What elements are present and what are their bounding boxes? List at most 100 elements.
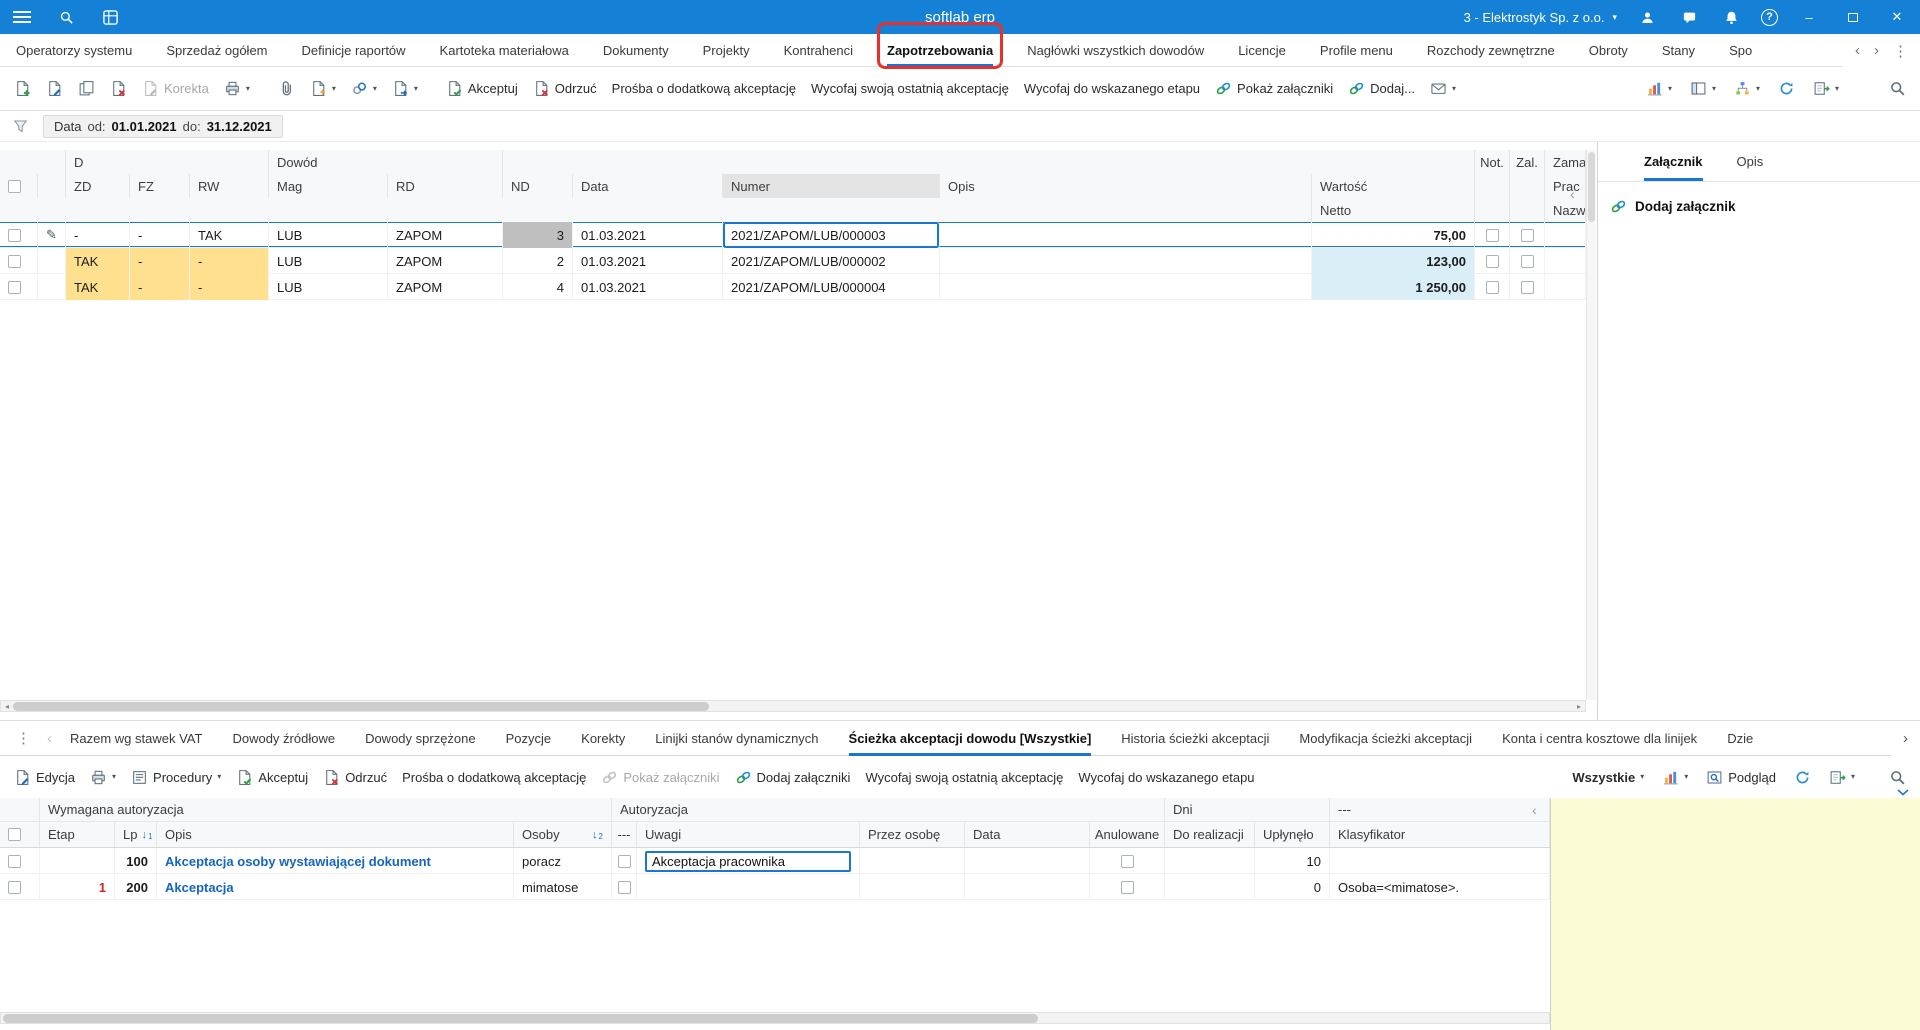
- procedures-button[interactable]: Procedury ▾: [125, 765, 227, 790]
- close-button[interactable]: ✕: [1884, 5, 1910, 29]
- cell-klasyfikator[interactable]: Osoba=<mimatose>.: [1330, 874, 1550, 900]
- cell-etap[interactable]: 1: [40, 874, 115, 900]
- columns-collapse-icon[interactable]: ‹: [1570, 186, 1575, 202]
- print-button[interactable]: ▾: [84, 765, 122, 790]
- edit-button[interactable]: Edycja: [8, 765, 81, 790]
- cell-netto[interactable]: 1 250,00: [1312, 274, 1475, 300]
- bottom-tabs-scroll-left-icon[interactable]: ‹: [47, 730, 52, 747]
- col-header-opis[interactable]: Opis: [940, 174, 1312, 198]
- tab-spo[interactable]: Spo: [1729, 34, 1752, 67]
- show-attachments-button[interactable]: Pokaż załączniki: [1209, 76, 1339, 101]
- checkbox[interactable]: [1485, 280, 1499, 294]
- cell-uplynelo[interactable]: 10: [1255, 848, 1330, 874]
- approval-horizontal-scrollbar[interactable]: [0, 1012, 1550, 1024]
- chat-icon[interactable]: [1677, 5, 1701, 29]
- col-header-nazw[interactable]: Nazw: [1545, 198, 1586, 222]
- col-header-rd[interactable]: RD: [388, 174, 503, 198]
- cell-data[interactable]: [965, 848, 1090, 874]
- checkbox-cell[interactable]: [0, 274, 38, 300]
- bottom-tabs-menu-icon[interactable]: ⋮: [16, 729, 31, 747]
- col-header-osoby[interactable]: Osoby ↓ 2: [514, 822, 612, 847]
- checkbox-cell[interactable]: [1475, 222, 1510, 248]
- search-button[interactable]: [1883, 76, 1912, 101]
- withdraw-last-acceptance-button[interactable]: Wycofaj swoją ostatnią akceptację: [805, 77, 1015, 100]
- cell-rw[interactable]: -: [190, 248, 269, 274]
- col-header-nd[interactable]: ND: [503, 174, 573, 198]
- cell-do-realizacji[interactable]: [1165, 848, 1255, 874]
- cell-zd[interactable]: TAK: [66, 248, 130, 274]
- cell-fz[interactable]: -: [130, 222, 190, 248]
- col-header-mag[interactable]: Mag: [269, 174, 388, 198]
- cell-uplynelo[interactable]: 0: [1255, 874, 1330, 900]
- cell-rw[interactable]: -: [190, 274, 269, 300]
- accept-button[interactable]: Akceptuj: [440, 76, 524, 101]
- tab-załącznik[interactable]: Załącznik: [1644, 142, 1703, 181]
- app-grid-icon[interactable]: [98, 5, 122, 29]
- checkbox-cell[interactable]: [1090, 848, 1165, 874]
- col-header-rw[interactable]: RW: [190, 174, 269, 198]
- checkbox[interactable]: [617, 880, 631, 894]
- cell-opis[interactable]: Akceptacja: [157, 874, 514, 900]
- cell-numer[interactable]: 2021/ZAPOM/LUB/000003: [723, 222, 940, 248]
- table-row[interactable]: TAK - - LUB ZAPOM 4 01.03.2021 2021/ZAPOM/LUB/0…: [0, 274, 1586, 300]
- tab-linijki-stanów-dynamicznych[interactable]: Linijki stanów dynamicznych: [655, 721, 818, 756]
- tab-licencje[interactable]: Licencje: [1238, 34, 1286, 67]
- cell-rd[interactable]: ZAPOM: [388, 248, 503, 274]
- col-header-zd[interactable]: ZD: [66, 174, 130, 198]
- cell-lp[interactable]: 200: [115, 874, 157, 900]
- forward-document-button[interactable]: ▾: [386, 76, 424, 101]
- checkbox-cell[interactable]: [1475, 248, 1510, 274]
- checkbox[interactable]: [1520, 228, 1534, 242]
- cell-osoby[interactable]: poracz: [514, 848, 612, 874]
- hamburger-menu-icon[interactable]: [10, 5, 34, 29]
- scroll-right-icon[interactable]: ▸: [1573, 701, 1585, 711]
- col-header-opis[interactable]: Opis: [157, 822, 514, 847]
- cell-lp[interactable]: 100: [115, 848, 157, 874]
- cell-data[interactable]: [965, 874, 1090, 900]
- main-vertical-scrollbar[interactable]: [1586, 150, 1596, 700]
- cell-do-realizacji[interactable]: [1165, 874, 1255, 900]
- checkbox-cell[interactable]: [0, 848, 40, 874]
- mail-button[interactable]: ▾: [1424, 76, 1462, 101]
- menu-overflow-icon[interactable]: ⋮: [1893, 42, 1908, 60]
- tab-dowody-sprzężone[interactable]: Dowody sprzężone: [365, 721, 476, 756]
- col-header-uplynelo[interactable]: Upłynęło: [1255, 822, 1330, 847]
- document-actions-button[interactable]: ▾: [304, 76, 342, 101]
- select-all-checkbox[interactable]: [8, 828, 21, 841]
- col-header-dash[interactable]: ---: [612, 822, 637, 847]
- refresh-button[interactable]: [1788, 765, 1817, 790]
- cell-data[interactable]: 01.03.2021: [573, 248, 723, 274]
- checkbox-cell[interactable]: [1510, 222, 1545, 248]
- tab-zapotrzebowania[interactable]: Zapotrzebowania: [887, 34, 993, 67]
- cell-osoby[interactable]: mimatose: [514, 874, 612, 900]
- col-header-uwagi[interactable]: Uwagi: [637, 822, 860, 847]
- add-attachment-link[interactable]: Dodaj załącznik: [1610, 198, 1920, 215]
- tab-ścieżka-akceptacji-dowodu-wszystkie-[interactable]: Ścieżka akceptacji dowodu [Wszystkie]: [849, 721, 1092, 756]
- scrollbar-thumb[interactable]: [13, 702, 709, 711]
- checkbox[interactable]: [8, 854, 21, 868]
- checkbox[interactable]: [8, 254, 21, 268]
- cell-data[interactable]: 01.03.2021: [573, 222, 723, 248]
- tab-korekty[interactable]: Korekty: [581, 721, 625, 756]
- checkbox-cell[interactable]: [0, 874, 40, 900]
- chart-button[interactable]: ▾: [1640, 76, 1678, 101]
- cell-netto[interactable]: 75,00: [1312, 222, 1475, 248]
- cell-opis[interactable]: [940, 248, 1312, 274]
- cell-nd[interactable]: 2: [503, 248, 573, 274]
- withdraw-to-stage-button[interactable]: Wycofaj do wskazanego etapu: [1072, 766, 1260, 789]
- cell-nd[interactable]: 3: [503, 222, 573, 248]
- export-button[interactable]: ▾: [1807, 76, 1845, 101]
- checkbox[interactable]: [1485, 228, 1499, 242]
- filter-all-dropdown[interactable]: Wszystkie ▾: [1566, 766, 1650, 789]
- cell-mag[interactable]: LUB: [269, 248, 388, 274]
- cell-rd[interactable]: ZAPOM: [388, 274, 503, 300]
- notifications-bell-icon[interactable]: [1719, 5, 1743, 29]
- checkbox-cell[interactable]: [1510, 248, 1545, 274]
- checkbox[interactable]: [8, 880, 21, 894]
- tab-definicje-raportów[interactable]: Definicje raportów: [302, 34, 406, 67]
- request-additional-acceptance-button[interactable]: Prośba o dodatkową akceptację: [396, 766, 592, 789]
- uwagi-input[interactable]: [645, 850, 851, 872]
- tab-sprzedaż-ogółem[interactable]: Sprzedaż ogółem: [166, 34, 267, 67]
- tab-dokumenty[interactable]: Dokumenty: [603, 34, 669, 67]
- tab-razem-wg-stawek-vat[interactable]: Razem wg stawek VAT: [70, 721, 202, 756]
